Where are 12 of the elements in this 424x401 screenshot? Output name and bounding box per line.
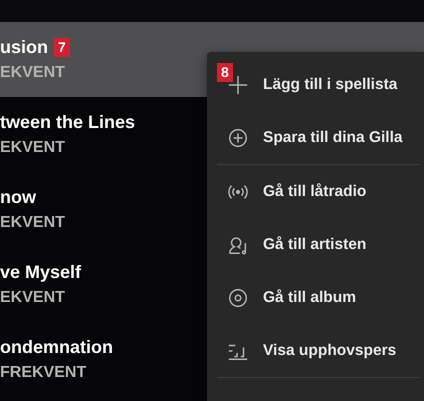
track-title: ve Myself [0,262,82,283]
number-badge: 7 [54,38,70,57]
track-subtitle: FREKVENT [0,364,86,382]
track-title: now [0,187,36,208]
number-badge: 8 [217,63,233,82]
track-title: usion [0,37,48,58]
track-subtitle: EKVENT [0,214,65,232]
track-subtitle: EKVENT [0,64,65,82]
track-subtitle: EKVENT [0,139,65,157]
track-title: ondemnation [0,337,113,358]
track-subtitle: EKVENT [0,289,65,307]
track-title: tween the Lines [0,112,136,133]
